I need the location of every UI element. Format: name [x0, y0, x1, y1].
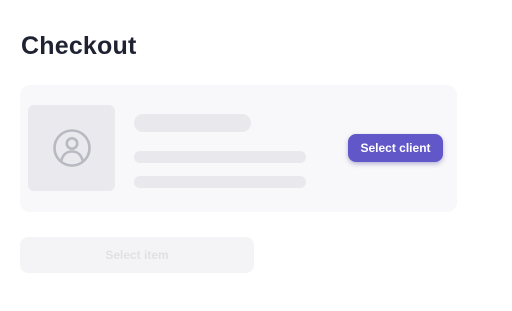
- page-title: Checkout: [21, 32, 137, 60]
- skeleton-title-placeholder: [134, 114, 251, 132]
- avatar-placeholder: [28, 105, 115, 191]
- select-item-button[interactable]: Select item: [20, 237, 254, 273]
- user-avatar-icon: [52, 128, 92, 168]
- skeleton-line-placeholder: [134, 176, 306, 188]
- client-card: Select client: [20, 85, 457, 212]
- checkout-page: Checkout Select client Select item: [0, 0, 512, 311]
- skeleton-line-placeholder: [134, 151, 306, 163]
- select-client-button[interactable]: Select client: [348, 134, 443, 162]
